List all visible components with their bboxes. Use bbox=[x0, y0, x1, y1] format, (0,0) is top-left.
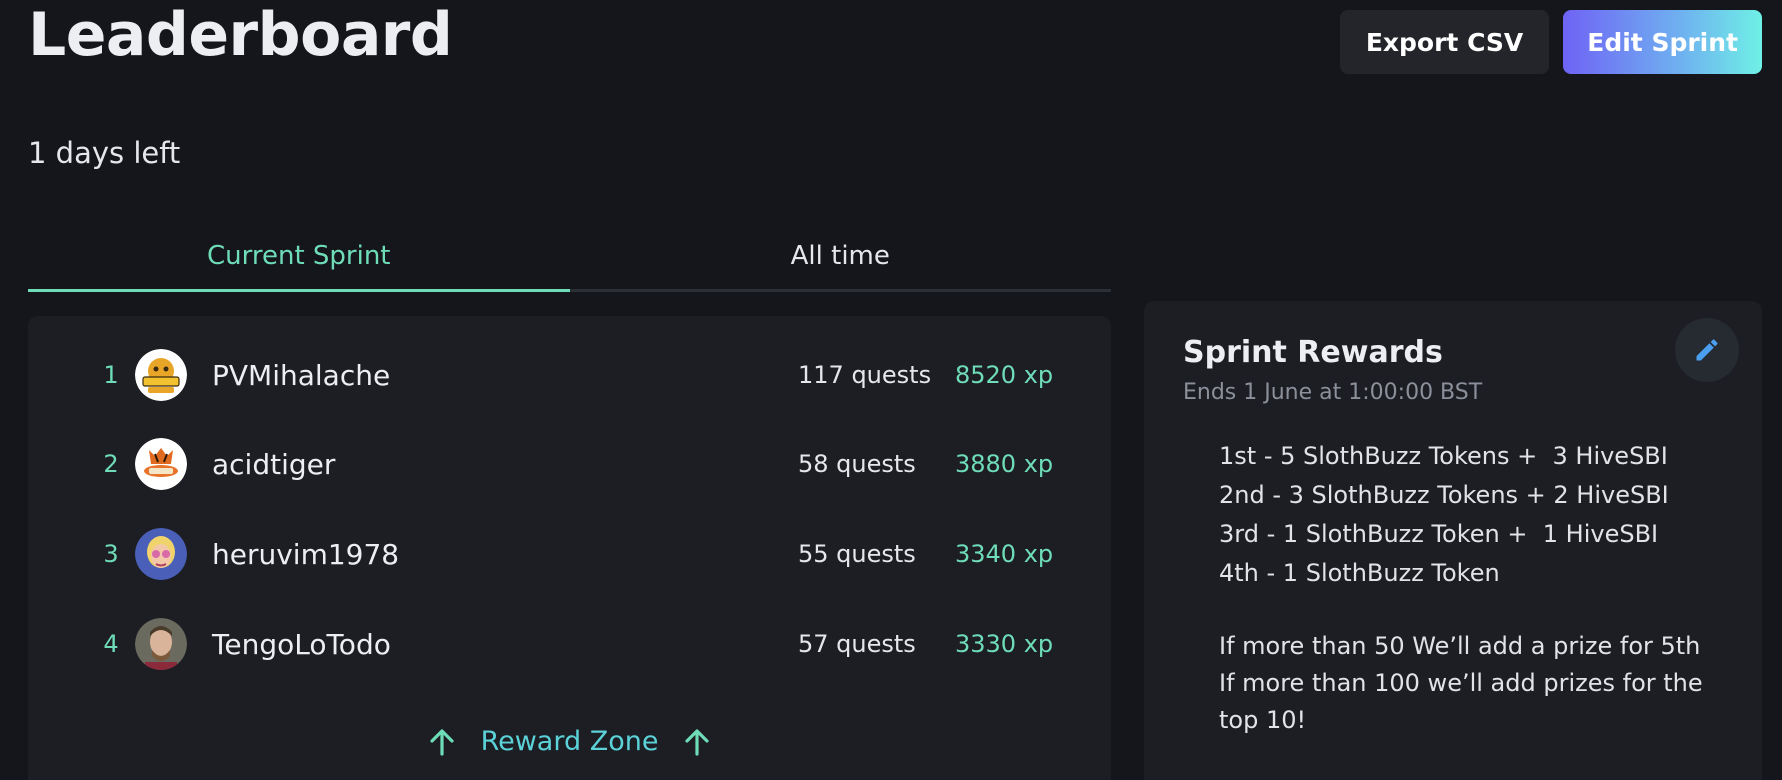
header-actions: Export CSV Edit Sprint bbox=[1339, 10, 1762, 74]
leaderboard-row[interactable]: 2 acidtiger 58 quests 3880 xp bbox=[28, 429, 1111, 499]
reward-item: 3rd - 1 SlothBuzz Token + 1 HiveSBI bbox=[1219, 520, 1659, 548]
xp-score: 3330 xp bbox=[955, 630, 1054, 658]
edit-sprint-button[interactable]: Edit Sprint bbox=[1563, 10, 1762, 74]
days-left-text: 1 days left bbox=[28, 136, 181, 170]
rewards-list: 1st - 5 SlothBuzz Tokens + 3 HiveSBI 2nd… bbox=[1219, 437, 1739, 739]
arrow-up-icon bbox=[429, 728, 455, 756]
page-title: Leaderboard bbox=[28, 0, 453, 70]
reward-item: 4th - 1 SlothBuzz Token bbox=[1219, 559, 1500, 587]
quest-count: 55 quests bbox=[798, 540, 916, 568]
reward-item: 1st - 5 SlothBuzz Tokens + 3 HiveSBI bbox=[1219, 442, 1668, 470]
photo-avatar bbox=[135, 618, 187, 670]
leaderboard-row[interactable]: 3 heruvim1978 55 quests 3340 xp bbox=[28, 519, 1111, 589]
reward-note: If more than 100 we’ll add prizes for th… bbox=[1219, 669, 1703, 734]
rank-number: 3 bbox=[103, 540, 119, 568]
sprint-rewards-panel: Sprint Rewards Ends 1 June at 1:00:00 BS… bbox=[1144, 301, 1762, 780]
edit-rewards-button[interactable] bbox=[1675, 318, 1739, 382]
quest-count: 57 quests bbox=[798, 630, 916, 658]
reward-note: If more than 50 We’ll add a prize for 5t… bbox=[1219, 632, 1701, 660]
username[interactable]: heruvim1978 bbox=[212, 538, 399, 571]
rank-number: 4 bbox=[103, 630, 119, 658]
export-csv-button[interactable]: Export CSV bbox=[1339, 10, 1550, 74]
username[interactable]: acidtiger bbox=[212, 448, 335, 481]
leaderboard-row[interactable]: 1 PVMihalache 117 quests 8520 xp bbox=[28, 340, 1111, 410]
xp-score: 8520 xp bbox=[955, 361, 1054, 389]
rank-number: 1 bbox=[103, 361, 119, 389]
xp-score: 3880 xp bbox=[955, 450, 1054, 478]
cartoon-face-avatar bbox=[135, 528, 187, 580]
tab-current-sprint[interactable]: Current Sprint bbox=[28, 232, 570, 292]
reward-zone-marker: Reward Zone bbox=[28, 726, 1111, 757]
leaderboard-page: Leaderboard Export CSV Edit Sprint 1 day… bbox=[0, 0, 1782, 780]
reward-zone-label: Reward Zone bbox=[480, 726, 659, 757]
pencil-icon bbox=[1696, 339, 1718, 361]
rewards-end-date: Ends 1 June at 1:00:00 BST bbox=[1183, 380, 1483, 405]
humble-logo-avatar bbox=[135, 349, 187, 401]
reward-item: 2nd - 3 SlothBuzz Tokens + 2 HiveSBI bbox=[1219, 481, 1669, 509]
leaderboard-list: 1 PVMihalache 117 quests 8520 xp 2 acidt… bbox=[28, 316, 1111, 780]
rewards-spacer bbox=[1219, 593, 1739, 628]
quest-count: 58 quests bbox=[798, 450, 916, 478]
username[interactable]: PVMihalache bbox=[212, 359, 390, 392]
xp-score: 3340 xp bbox=[955, 540, 1054, 568]
tiger-logo-avatar bbox=[135, 438, 187, 490]
arrow-up-icon bbox=[684, 728, 710, 756]
rank-number: 2 bbox=[103, 450, 119, 478]
quest-count: 117 quests bbox=[798, 361, 932, 389]
username[interactable]: TengoLoTodo bbox=[212, 628, 391, 661]
tab-all-time[interactable]: All time bbox=[570, 232, 1112, 289]
leaderboard-row[interactable]: 4 TengoLoTodo 57 quests 3330 xp bbox=[28, 609, 1111, 679]
rewards-title: Sprint Rewards bbox=[1183, 335, 1443, 370]
leaderboard-tabs: Current Sprint All time bbox=[28, 232, 1111, 292]
